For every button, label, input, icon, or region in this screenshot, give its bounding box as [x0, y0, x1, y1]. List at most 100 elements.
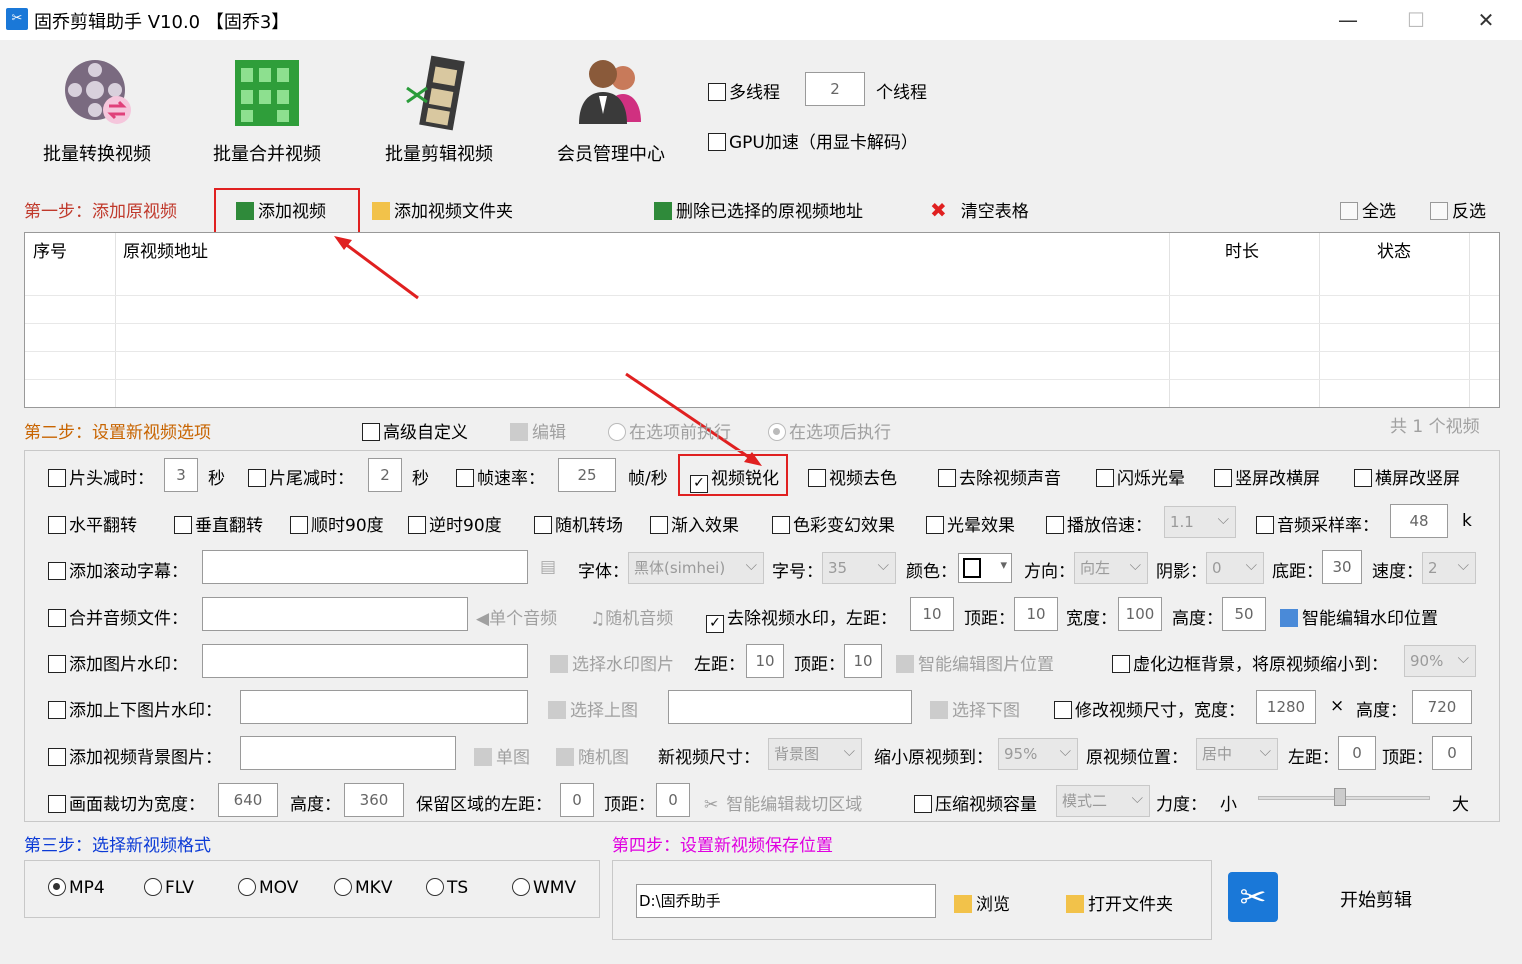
fade-in-checkbox[interactable]: 渐入效果	[650, 511, 739, 536]
start-clip-button[interactable]: 开始剪辑	[1340, 886, 1412, 912]
head-cut-checkbox[interactable]: 片头减时：	[48, 464, 154, 489]
select-top-button[interactable]: 选择上图	[548, 696, 638, 721]
save-path-input[interactable]: D:\固乔助手	[636, 884, 936, 918]
compress-mode-select[interactable]: 模式二	[1056, 783, 1150, 817]
smart-crop-button[interactable]: ✂ 智能编辑裁切区域	[704, 790, 862, 815]
bg-top-input[interactable]: 0	[1432, 736, 1472, 770]
bottom-image-input[interactable]	[668, 690, 912, 724]
blur-scale-select[interactable]: 90%	[1404, 643, 1476, 677]
h2v-checkbox[interactable]: 横屏改竖屏	[1354, 464, 1460, 489]
keep-left-input[interactable]: 0	[560, 783, 594, 817]
scroll-subtitle-input[interactable]	[202, 550, 528, 584]
advanced-checkbox[interactable]: 高级自定义	[362, 418, 468, 443]
head-cut-input[interactable]: 3	[164, 458, 198, 492]
bg-image-input[interactable]	[240, 736, 456, 770]
remove-audio-checkbox[interactable]: 去除视频声音	[938, 464, 1061, 489]
format-ts-radio[interactable]: TS	[426, 878, 468, 898]
single-audio-button[interactable]: ◀单个音频	[476, 604, 557, 629]
fps-checkbox[interactable]: 帧速率：	[456, 464, 545, 489]
random-image-button[interactable]: 随机图	[556, 743, 629, 768]
single-image-button[interactable]: 单图	[474, 743, 530, 768]
wm-width-input[interactable]: 100	[1118, 597, 1162, 631]
format-flv-radio[interactable]: FLV	[144, 878, 194, 898]
resize-checkbox[interactable]: 修改视频尺寸，宽度：	[1054, 696, 1245, 721]
wm-top-input[interactable]: 10	[1014, 597, 1058, 631]
crop-height-input[interactable]: 360	[344, 783, 404, 817]
select-watermark-button[interactable]: 选择水印图片	[550, 650, 674, 675]
scroll-subtitle-checkbox[interactable]: 添加滚动字幕：	[48, 557, 188, 582]
color-swatch	[963, 558, 981, 578]
crop-checkbox[interactable]: 画面裁切为宽度：	[48, 790, 205, 815]
smart-watermark-button[interactable]: 智能编辑水印位置	[1280, 604, 1438, 629]
start-scissors-icon[interactable]: ✂	[1228, 872, 1278, 922]
edit-button[interactable]: 编辑	[510, 418, 566, 443]
top-image-input[interactable]	[240, 690, 528, 724]
sample-rate-checkbox[interactable]: 音频采样率：	[1256, 511, 1379, 536]
after-radio[interactable]: 在选项后执行	[768, 418, 891, 443]
position-select[interactable]: 居中	[1196, 736, 1278, 770]
image-watermark-input[interactable]	[202, 644, 528, 678]
crop-width-input[interactable]: 640	[218, 783, 278, 817]
subtitle-edit-icon[interactable]: ▤	[540, 557, 556, 577]
open-folder-button[interactable]: 打开文件夹	[1066, 890, 1173, 915]
bg-left-label: 左距：	[1288, 748, 1339, 768]
image-watermark-checkbox[interactable]: 添加图片水印：	[48, 650, 188, 675]
bg-image-checkbox[interactable]: 添加视频背景图片：	[48, 743, 222, 768]
size-select[interactable]: 35	[822, 550, 896, 584]
flicker-checkbox[interactable]: 闪烁光晕	[1096, 464, 1185, 489]
select-bottom-button[interactable]: 选择下图	[930, 696, 1020, 721]
color-fx-checkbox[interactable]: 色彩变幻效果	[772, 511, 895, 536]
speed-select[interactable]: 1.1	[1164, 504, 1236, 538]
blur-bg-checkbox[interactable]: 虚化边框背景，将原视频缩小到：	[1112, 650, 1388, 675]
speed-checkbox[interactable]: 播放倍速：	[1046, 511, 1152, 536]
tail-cut-checkbox[interactable]: 片尾减时：	[248, 464, 354, 489]
direction-select[interactable]: 向左	[1074, 550, 1148, 584]
keep-top-input[interactable]: 0	[656, 783, 690, 817]
format-mkv-radio[interactable]: MKV	[334, 878, 392, 898]
folder-icon	[1066, 895, 1084, 913]
random-audio-button[interactable]: ♫随机音频	[590, 604, 673, 629]
format-wmv-radio[interactable]: WMV	[512, 878, 576, 898]
direction-label: 方向：	[1024, 562, 1075, 582]
ccw90-checkbox[interactable]: 逆时90度	[408, 511, 502, 536]
hflip-checkbox[interactable]: 水平翻转	[48, 511, 137, 536]
sample-rate-input[interactable]: 48	[1390, 504, 1448, 538]
color-picker[interactable]: ▾	[958, 553, 1012, 583]
image-icon	[474, 748, 492, 766]
tail-cut-input[interactable]: 2	[368, 458, 402, 492]
shrink-select[interactable]: 95%	[998, 736, 1078, 770]
decolor-checkbox[interactable]: 视频去色	[808, 464, 897, 489]
halo-checkbox[interactable]: 光晕效果	[926, 511, 1015, 536]
shadow-select[interactable]: 0	[1206, 550, 1264, 584]
img-left-input[interactable]: 10	[746, 644, 784, 678]
wm-height-input[interactable]: 50	[1222, 597, 1266, 631]
random-transition-checkbox[interactable]: 随机转场	[534, 511, 623, 536]
remove-watermark-checkbox[interactable]: ✓ 去除视频水印，左距：	[706, 604, 897, 633]
topbottom-watermark-checkbox[interactable]: 添加上下图片水印：	[48, 696, 222, 721]
before-radio[interactable]: 在选项前执行	[608, 418, 731, 443]
compress-checkbox[interactable]: 压缩视频容量	[914, 790, 1037, 815]
format-mp4-radio[interactable]: MP4	[48, 878, 105, 898]
resize-height-input[interactable]: 720	[1412, 690, 1472, 724]
merge-audio-input[interactable]	[202, 597, 468, 631]
browse-button[interactable]: 浏览	[954, 890, 1010, 915]
v2h-checkbox[interactable]: 竖屏改横屏	[1214, 464, 1320, 489]
sub-speed-select[interactable]: 2	[1422, 550, 1476, 584]
bg-top-label: 顶距：	[1382, 748, 1433, 768]
wm-left-input[interactable]: 10	[910, 597, 954, 631]
smart-image-button[interactable]: 智能编辑图片位置	[896, 650, 1054, 675]
bg-left-input[interactable]: 0	[1338, 736, 1376, 770]
merge-audio-checkbox[interactable]: 合并音频文件：	[48, 604, 188, 629]
cw90-checkbox[interactable]: 顺时90度	[290, 511, 384, 536]
bottom-input[interactable]: 30	[1322, 550, 1362, 584]
strength-slider-thumb[interactable]	[1334, 788, 1346, 806]
font-select[interactable]: 黑体(simhei)	[628, 550, 764, 584]
strength-label: 力度：	[1156, 795, 1207, 815]
img-top-input[interactable]: 10	[844, 644, 882, 678]
new-size-label: 新视频尺寸：	[658, 748, 760, 768]
resize-width-input[interactable]: 1280	[1256, 690, 1316, 724]
format-mov-radio[interactable]: MOV	[238, 878, 298, 898]
new-size-select[interactable]: 背景图	[768, 736, 862, 770]
vflip-checkbox[interactable]: 垂直翻转	[174, 511, 263, 536]
fps-input[interactable]: 25	[558, 458, 616, 492]
